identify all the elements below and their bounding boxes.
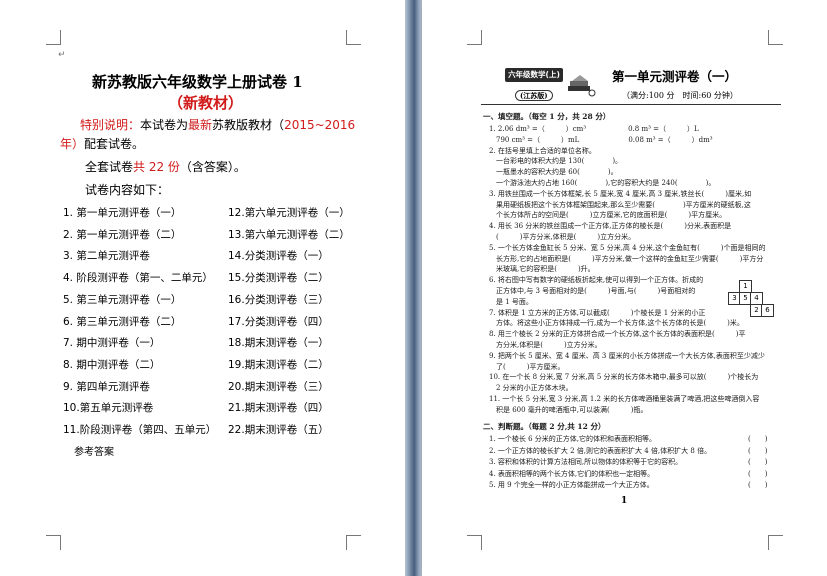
crop-mark-bottom-left bbox=[46, 535, 61, 550]
note-line-2[interactable]: 年）配套试卷。 bbox=[60, 135, 144, 152]
question-line: 一瓶墨水的容积大约是 60( )。 bbox=[489, 168, 618, 177]
question-line: 个长方体所占的空间是( )立方厘米,它的底面积是( )平方厘米。 bbox=[489, 211, 727, 220]
paragraph-mark: ↵ bbox=[58, 50, 66, 60]
total-text: （含答案）。 bbox=[179, 160, 246, 174]
note-years: 2015~2016 bbox=[284, 118, 356, 132]
answer-blank[interactable]: ( ) bbox=[748, 434, 767, 444]
toc-item[interactable]: 14.分类测评卷（一） bbox=[228, 248, 329, 263]
section-fill-heading: 一、填空题。（每空 1 分，共 28 分） bbox=[483, 112, 611, 121]
question-line: 一台彩电的体积大约是 130( )。 bbox=[489, 157, 623, 166]
note-text: 苏教版教材（ bbox=[212, 118, 285, 132]
crop-mark-top-right bbox=[346, 30, 361, 45]
header-rule bbox=[481, 104, 781, 105]
question-line: 5. 一个长方体金鱼缸长 5 分米、宽 5 分米,高 4 分米,这个金鱼缸有( … bbox=[489, 243, 766, 252]
toc-item[interactable]: 7. 期中测评卷（一） bbox=[63, 335, 160, 350]
question-line: 3. 用铁丝围成一个长方体框架,长 5 厘米,宽 4 厘米,高 3 厘米,铁丝长… bbox=[489, 189, 752, 198]
question-line: 方分米,体积是( )立方分米。 bbox=[489, 341, 602, 349]
judge-item: 3. 容积和体积的计算方法相同,所以物体的体积等于它的容积。 bbox=[489, 458, 683, 466]
question-line: 果用硬纸板把这个长方体框架围起来,那么至少需要( )平方厘米的硬纸板,这 bbox=[489, 200, 751, 209]
net-cell: 6 bbox=[761, 304, 774, 317]
toc-item[interactable]: 10.第五单元测评卷 bbox=[63, 400, 153, 415]
toc-item[interactable]: 20.期末测评卷（三） bbox=[228, 379, 329, 394]
answer-blank[interactable]: ( ) bbox=[748, 480, 767, 490]
toc-item[interactable]: 5. 第三单元测评卷（一） bbox=[63, 292, 181, 307]
document-title[interactable]: 新苏教版六年级数学上册试卷 1 bbox=[92, 71, 303, 92]
toc-item[interactable]: 3. 第二单元测评卷 bbox=[63, 248, 150, 263]
judge-item: 4. 表面积相等的两个长方体,它们的体积也一定相等。 bbox=[489, 469, 655, 478]
toc-item[interactable]: 2. 第一单元测评卷（二） bbox=[63, 227, 181, 242]
total-text: 全套试卷 bbox=[85, 160, 134, 174]
toc-item[interactable]: 21.期末测评卷（四） bbox=[228, 400, 329, 415]
question-line: 4. 用长 36 分米的铁丝围成一个正方体,正方体的棱长是( )分米,表面积是 bbox=[489, 222, 732, 231]
question-line: 一个游泳池大约占地 160( ),它的容积大约是 240( )。 bbox=[489, 179, 716, 187]
note-highlight: 最新 bbox=[188, 118, 213, 132]
crop-mark-bottom-right bbox=[768, 535, 783, 550]
exam-subtitle: （满分:100 分 时间:60 分钟） bbox=[622, 91, 738, 100]
toc-item[interactable]: 17.分类测评卷（四） bbox=[228, 314, 329, 329]
toc-item[interactable]: 8. 期中测评卷（二） bbox=[63, 357, 160, 372]
question-line: 2. 在括号里填上合适的单位名称。 bbox=[489, 146, 596, 155]
question-line: 长方形,它的占地面积是( )平方分米,做一个这样的金鱼缸至少需要( )平方分 bbox=[489, 254, 764, 263]
judge-item: 2. 一个正方体的棱长扩大 2 倍,则它的表面积扩大 4 倍,体积扩大 8 倍。 bbox=[489, 446, 712, 455]
question-line: 是 1 号面。 bbox=[489, 297, 533, 306]
crop-mark-top-left bbox=[467, 30, 482, 45]
answers-label[interactable]: 参考答案 bbox=[74, 443, 114, 458]
note-year-end: 年） bbox=[60, 137, 85, 151]
crop-mark-bottom-right bbox=[346, 535, 361, 550]
question-line: 6. 将右图中写有数字的硬纸板折起来,使可以得到一个正方体。折成的 bbox=[489, 276, 704, 285]
contents-heading[interactable]: 试卷内容如下： bbox=[85, 181, 169, 198]
document-subtitle[interactable]: （新教材） bbox=[168, 92, 243, 113]
toc-item[interactable]: 12.第六单元测评卷（一） bbox=[228, 205, 350, 220]
question-line: 米玻璃,它的容积是( )升。 bbox=[489, 265, 595, 274]
question-line: 11. 一个长 5 分米,宽 3 分米,高 1.2 米的长方体啤酒桶里装满了啤酒… bbox=[489, 395, 760, 403]
judge-item: 1. 一个棱长 6 分米的正方体,它的体积和表面积相等。 bbox=[489, 435, 657, 443]
note-label: 特别说明： bbox=[80, 118, 141, 132]
toc-item[interactable]: 13.第六单元测评卷（二） bbox=[228, 227, 350, 242]
page-number: 1 bbox=[621, 496, 628, 506]
toc-item[interactable]: 19.期末测评卷（二） bbox=[228, 357, 329, 372]
question-line: ( )平方分米,体积是( )立方分米。 bbox=[489, 233, 636, 241]
toc-item[interactable]: 16.分类测评卷（三） bbox=[228, 292, 329, 307]
toc-item[interactable]: 18.期末测评卷（一） bbox=[228, 335, 329, 350]
crop-mark-bottom-left bbox=[467, 535, 482, 550]
grade-badge: 六年级数学(上) bbox=[505, 68, 563, 82]
total-count: 共 22 份 bbox=[133, 160, 180, 174]
answer-blank[interactable]: ( ) bbox=[748, 457, 767, 467]
judge-item: 5. 用 9 个完全一样的小正方体能拼成一个大正方体。 bbox=[489, 481, 654, 489]
question-line: 7. 体积是 1 立方米的正方体,可以截成( )个棱长是 1 分米的小正 bbox=[489, 308, 706, 317]
page-gutter bbox=[405, 0, 422, 576]
toc-item[interactable]: 6. 第三单元测评卷（二） bbox=[63, 314, 181, 329]
question-line: 10. 在一个长 8 分米,宽 7 分米,高 5 分米的长方体木箱中,最多可以放… bbox=[489, 373, 759, 382]
answer-blank[interactable]: ( ) bbox=[748, 446, 767, 456]
question-line: 9. 把两个长 5 厘米、宽 4 厘米、高 3 厘米的小长方体拼成一个大长方体,… bbox=[489, 351, 765, 360]
section-judge-heading: 二、判断题。（每题 2 分,共 12 分） bbox=[483, 422, 606, 431]
toc-item[interactable]: 4. 阶段测评卷（第一、二单元） bbox=[63, 270, 213, 285]
note-line-1[interactable]: 特别说明：本试卷为最新苏教版教材（2015~2016 bbox=[80, 116, 355, 133]
question-line: 8. 用三个棱长 2 分米的正方体拼合成一个长方体,这个长方体的表面积是( )平 bbox=[489, 330, 746, 339]
total-line[interactable]: 全套试卷共 22 份（含答案）。 bbox=[85, 158, 246, 175]
toc-item[interactable]: 15.分类测评卷（二） bbox=[228, 270, 329, 285]
toc-item[interactable]: 22.期末测评卷（五） bbox=[228, 422, 329, 437]
crop-mark-top-left bbox=[46, 30, 61, 45]
question-line: 方体。将这些小正方体排成一行,成为一个长方体,这个长方体的长是( )米。 bbox=[489, 319, 744, 328]
document-page-left: ↵ 新苏教版六年级数学上册试卷 1 （新教材） 特别说明：本试卷为最新苏教版教材… bbox=[0, 0, 405, 576]
question-line: 正方体中,与 3 号面相对的是( )号面,与( )号面相对的 bbox=[489, 287, 696, 295]
question-line: 积是 600 毫升的啤酒瓶中,可以装满( )瓶。 bbox=[489, 405, 648, 414]
note-text: 本试卷为 bbox=[140, 118, 189, 132]
books-illustration-icon bbox=[568, 75, 596, 97]
toc-item[interactable]: 9. 第四单元测评卷 bbox=[63, 379, 150, 394]
toc-item[interactable]: 11.阶段测评卷（第四、五单元） bbox=[63, 422, 216, 437]
question-line: 2 分米的小正方体木块。 bbox=[489, 384, 573, 393]
edition-label: (江苏版) bbox=[515, 90, 553, 101]
answer-blank[interactable]: ( ) bbox=[748, 469, 767, 479]
question-line: 790 cm³ =（ ）mL 0.08 m³ =（ ）dm³ bbox=[489, 135, 713, 144]
exam-title: 第一单元测评卷（一） bbox=[612, 69, 738, 84]
toc-item[interactable]: 1. 第一单元测评卷（一） bbox=[63, 205, 181, 220]
question-line: 1. 2.06 dm³ =（ ）cm³ 0.8 m³ =（ ）L bbox=[489, 125, 699, 133]
note-text: 配套试卷。 bbox=[84, 137, 145, 151]
question-line: 了( )平方厘米。 bbox=[489, 362, 565, 371]
crop-mark-top-right bbox=[768, 30, 783, 45]
